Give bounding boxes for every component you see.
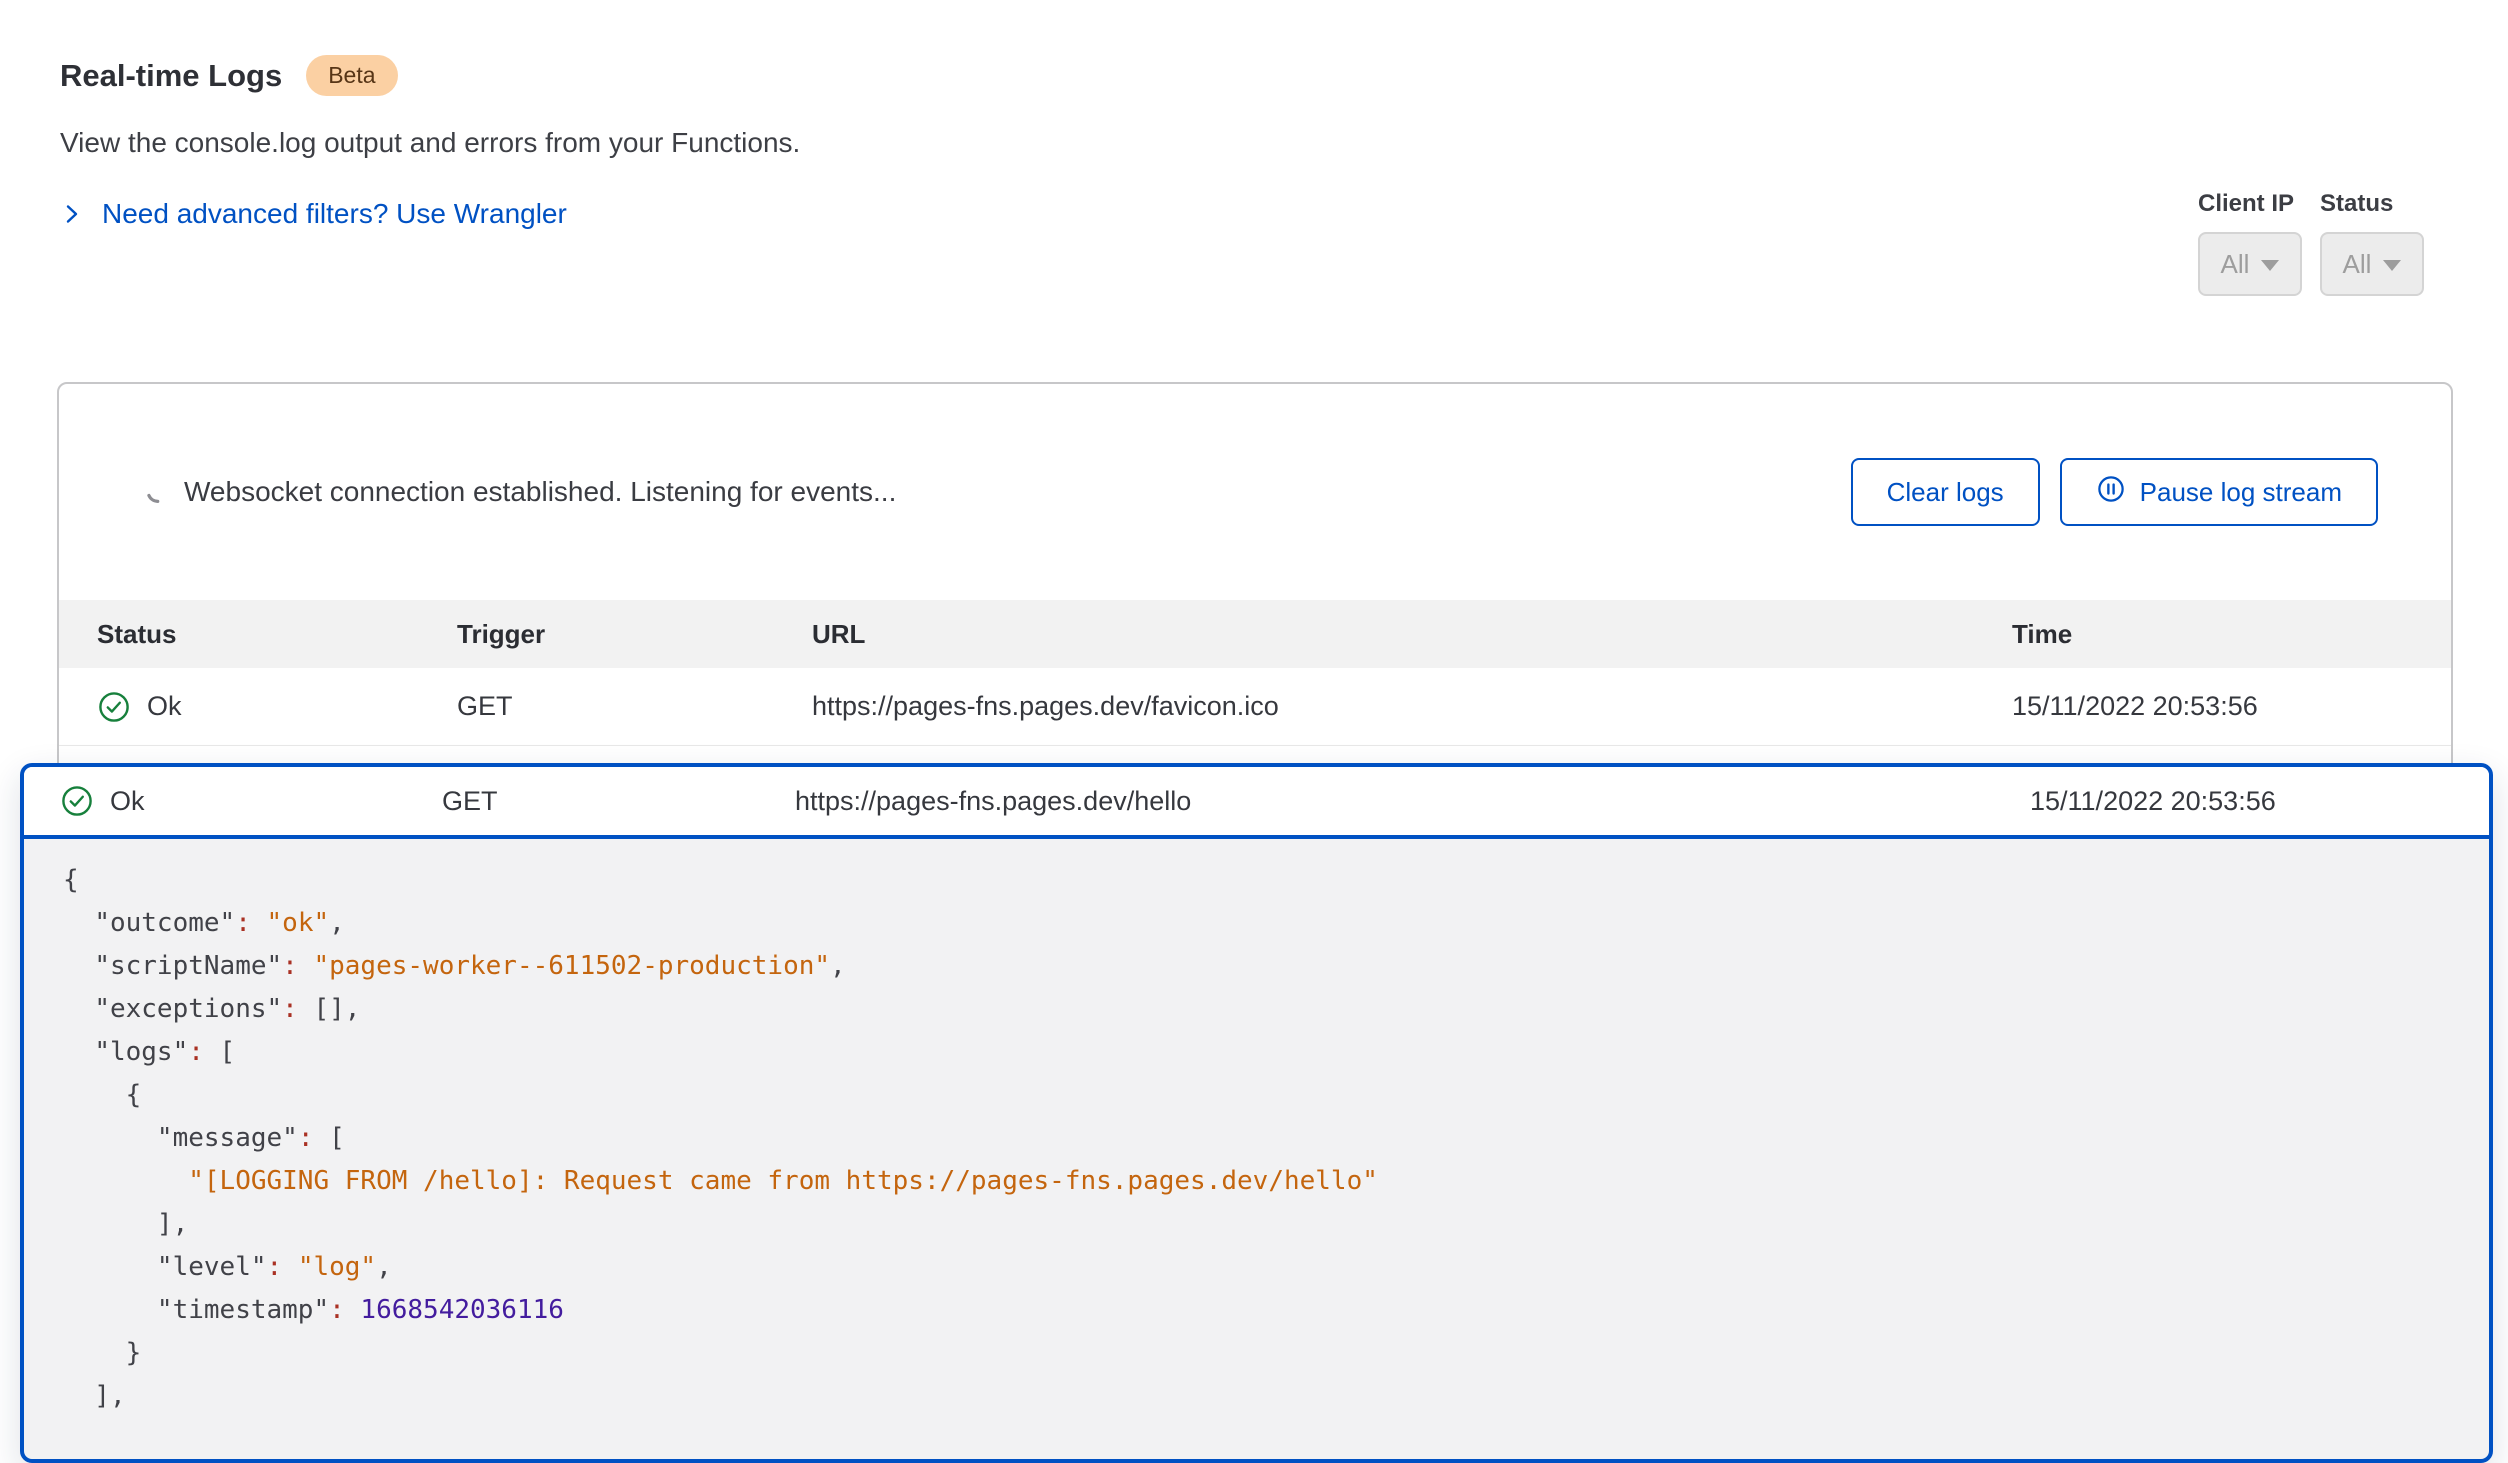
page-title: Real-time Logs [60,58,282,94]
code-line: ], [63,1375,2489,1418]
code-line: "exceptions": [], [63,988,2489,1031]
realtime-logs-page: Real-time Logs Beta View the console.log… [0,0,2508,1434]
url-cell: https://pages-fns.pages.dev/favicon.ico [812,691,2012,722]
status-cell: Ok [60,784,442,818]
table-header: Status Trigger URL Time [59,600,2451,668]
trigger-cell: GET [442,786,795,817]
code-line: { [63,859,2489,902]
client-ip-filter-value: All [2221,249,2250,280]
page-header: Real-time Logs Beta [60,55,398,96]
code-line: } [63,1332,2489,1375]
time-cell: 15/11/2022 20:53:56 [2030,786,2459,817]
chevron-right-icon [60,202,84,226]
chevron-down-icon [2261,260,2279,271]
logs-card: Websocket connection established. Listen… [57,382,2453,778]
pause-log-stream-label: Pause log stream [2140,477,2342,508]
status-cell: Ok [97,690,457,724]
column-header-url: URL [812,619,2012,650]
json-log-panel: { "outcome": "ok", "scriptName": "pages-… [24,839,2489,1418]
clear-logs-button[interactable]: Clear logs [1851,458,2040,526]
code-line: "logs": [ [63,1031,2489,1074]
status-value: Ok [147,691,182,722]
log-actions: Clear logs Pause log stream [1851,458,2378,526]
wrangler-link-label: Need advanced filters? Use Wrangler [102,198,567,230]
chevron-down-icon [2383,260,2401,271]
code-line: ], [63,1203,2489,1246]
pause-icon [2096,474,2126,511]
code-line: "scriptName": "pages-worker--611502-prod… [63,945,2489,988]
code-line: "outcome": "ok", [63,902,2489,945]
trigger-cell: GET [457,691,812,722]
pause-log-stream-button[interactable]: Pause log stream [2060,458,2378,526]
expanded-log-entry: Ok GET https://pages-fns.pages.dev/hello… [20,763,2493,1463]
code-line: "timestamp": 1668542036116 [63,1289,2489,1332]
client-ip-filter-label: Client IP [2198,190,2294,218]
code-line: "message": [ [63,1117,2489,1160]
websocket-bar: Websocket connection established. Listen… [59,384,2451,600]
clear-logs-label: Clear logs [1887,477,2004,508]
wrangler-link[interactable]: Need advanced filters? Use Wrangler [60,198,567,230]
client-ip-filter-dropdown[interactable]: All [2198,232,2302,296]
status-filter-value: All [2343,249,2372,280]
check-circle-icon [60,784,94,818]
column-header-status: Status [97,619,457,650]
code-line: "[LOGGING FROM /hello]: Request came fro… [63,1160,2489,1203]
status-filter-label: Status [2320,190,2393,218]
websocket-status: Websocket connection established. Listen… [142,476,896,508]
spinner-icon [142,479,168,505]
page-subtitle: View the console.log output and errors f… [60,127,800,159]
websocket-status-text: Websocket connection established. Listen… [184,476,896,508]
time-cell: 15/11/2022 20:53:56 [2012,691,2421,722]
status-filter-dropdown[interactable]: All [2320,232,2424,296]
table-row[interactable]: Ok GET https://pages-fns.pages.dev/favic… [59,668,2451,746]
beta-badge: Beta [306,55,397,96]
table-row-expanded[interactable]: Ok GET https://pages-fns.pages.dev/hello… [24,767,2489,839]
status-value: Ok [110,786,145,817]
url-cell: https://pages-fns.pages.dev/hello [795,786,2030,817]
column-header-time: Time [2012,619,2421,650]
check-circle-icon [97,690,131,724]
code-line: "level": "log", [63,1246,2489,1289]
code-line: { [63,1074,2489,1117]
column-header-trigger: Trigger [457,619,812,650]
